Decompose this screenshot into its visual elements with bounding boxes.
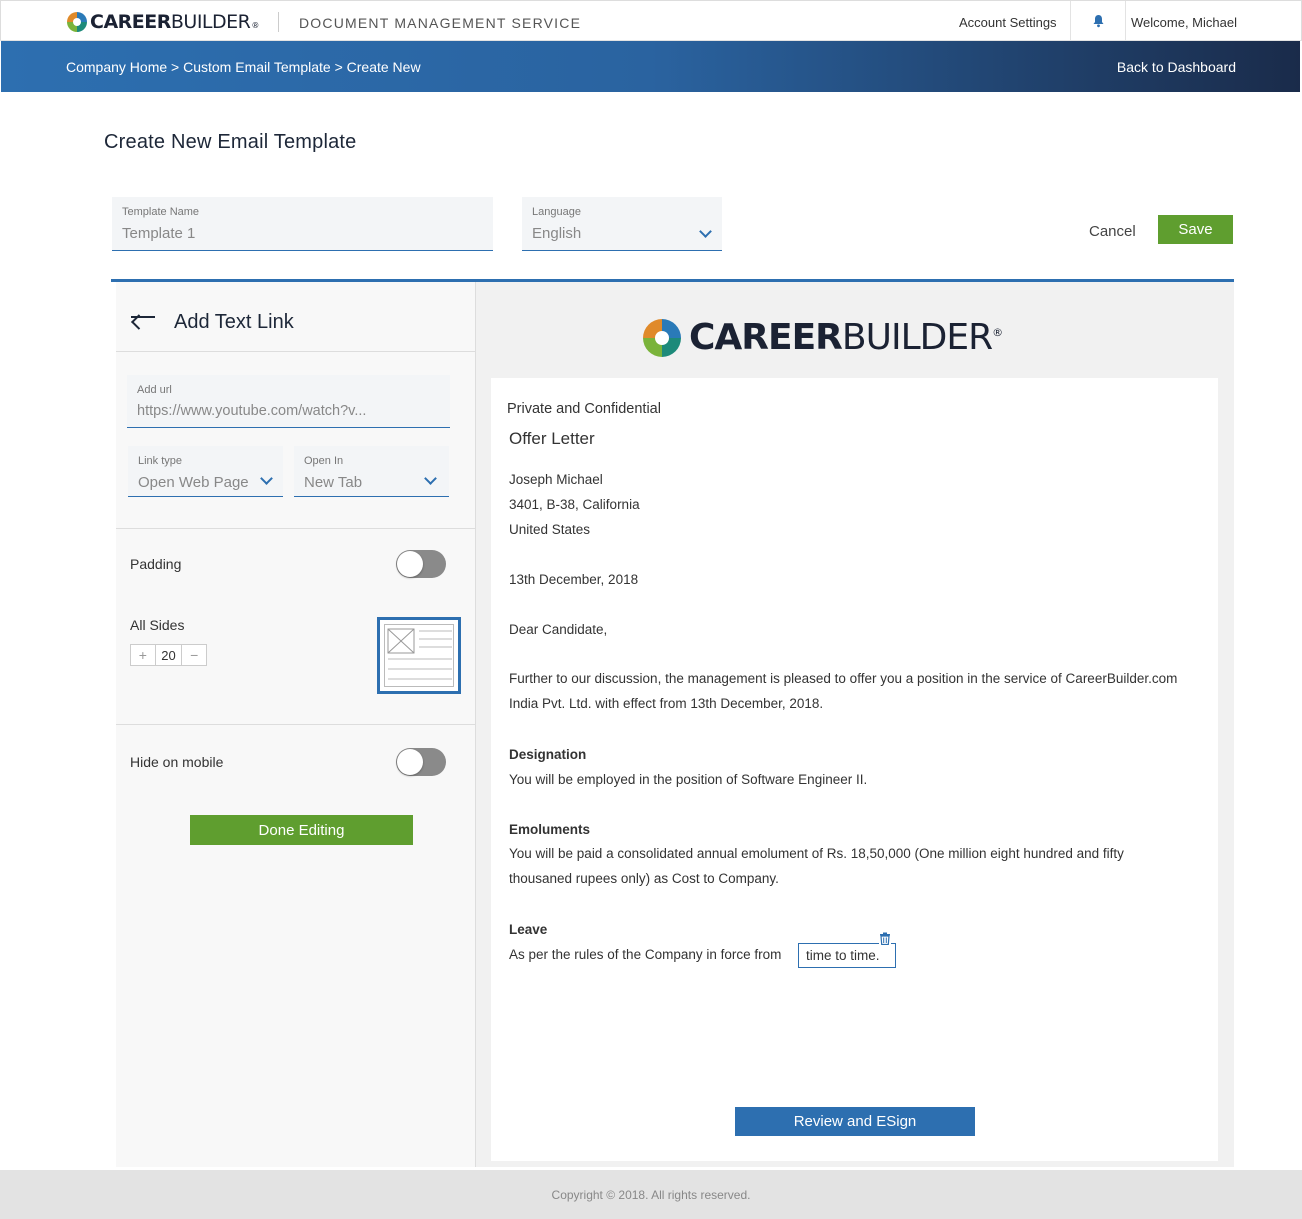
notifications-button[interactable] xyxy=(1070,1,1126,41)
divider xyxy=(116,528,475,529)
designation-heading: Designation xyxy=(509,747,587,762)
account-settings-link[interactable]: Account Settings xyxy=(959,15,1057,30)
cancel-button[interactable]: Cancel xyxy=(1089,223,1136,240)
delete-link-button[interactable] xyxy=(879,932,891,946)
review-esign-button[interactable]: Review and ESign xyxy=(735,1107,975,1136)
logo-mark-icon xyxy=(67,12,87,32)
increment-button[interactable]: + xyxy=(131,645,155,665)
logo-registered-mark: ® xyxy=(992,326,1003,339)
logo-registered-mark: ® xyxy=(251,21,259,30)
link-settings-panel: Add Text Link Add url https://www.youtub… xyxy=(116,282,476,1167)
careerbuilder-logo[interactable]: CAREER BUILDER ® xyxy=(67,11,259,33)
url-field[interactable]: Add url https://www.youtube.com/watch?v.… xyxy=(127,375,450,428)
logo-bold-text: CAREER xyxy=(90,11,171,33)
back-arrow-icon[interactable] xyxy=(131,316,155,318)
leave-heading: Leave xyxy=(509,922,548,937)
panel-title: Add Text Link xyxy=(174,311,294,333)
back-to-dashboard-link[interactable]: Back to Dashboard xyxy=(1117,59,1236,75)
top-bar: CAREER BUILDER ® DOCUMENT MANAGEMENT SERVI… xyxy=(0,0,1302,41)
selected-text-link[interactable]: time to time. xyxy=(798,943,896,968)
open-in-label: Open In xyxy=(304,455,344,467)
url-value[interactable]: https://www.youtube.com/watch?v... xyxy=(137,403,366,419)
footer: Copyright © 2018. All rights reserved. xyxy=(0,1170,1302,1219)
hide-mobile-label: Hide on mobile xyxy=(130,754,224,770)
decrement-button[interactable]: − xyxy=(182,645,206,665)
breadcrumb[interactable]: Company Home > Custom Email Template > C… xyxy=(66,59,421,75)
template-name-label: Template Name xyxy=(122,206,200,218)
candidate-name: Joseph Michael xyxy=(509,472,603,487)
letter-date: 13th December, 2018 xyxy=(509,572,639,587)
copyright-text: Copyright © 2018. All rights reserved. xyxy=(551,1188,751,1202)
header-divider xyxy=(278,12,279,32)
link-type-select[interactable]: Link type Open Web Page xyxy=(128,446,283,497)
leave-text: As per the rules of the Company in force… xyxy=(509,947,782,962)
careerbuilder-logo-large: CAREERBUILDER® xyxy=(643,317,1003,358)
divider xyxy=(116,724,475,725)
address-line-1: 3401, B-38, California xyxy=(509,497,640,512)
confidential-label: Private and Confidential xyxy=(507,401,661,417)
image-placeholder-icon xyxy=(387,628,452,680)
panel-header: Add Text Link xyxy=(116,282,475,352)
designation-text: You will be employed in the position of … xyxy=(509,772,868,787)
padding-label: Padding xyxy=(130,556,182,572)
link-type-label: Link type xyxy=(138,455,183,467)
offer-letter-document: Private and Confidential Offer Letter Jo… xyxy=(491,378,1218,1161)
page-title: Create New Email Template xyxy=(104,131,357,153)
template-name-field[interactable]: Template Name Template 1 xyxy=(112,197,493,251)
bell-icon xyxy=(1093,15,1103,28)
logo-bold-text: CAREER xyxy=(689,317,843,358)
welcome-user[interactable]: Welcome, Michael xyxy=(1131,15,1237,30)
done-editing-button[interactable]: Done Editing xyxy=(190,815,413,845)
padding-preview xyxy=(377,617,461,694)
trash-icon xyxy=(880,932,890,946)
template-name-value[interactable]: Template 1 xyxy=(122,225,195,242)
all-sides-label: All Sides xyxy=(130,617,185,633)
save-button[interactable]: Save xyxy=(1158,215,1233,244)
padding-value[interactable]: 20 xyxy=(154,645,183,665)
emoluments-text: You will be paid a consolidated annual e… xyxy=(509,846,1124,886)
open-in-value: New Tab xyxy=(304,474,363,491)
address-line-2: United States xyxy=(509,522,591,537)
open-in-select[interactable]: Open In New Tab xyxy=(294,446,449,497)
template-preview: CAREERBUILDER® Private and Confidential … xyxy=(476,282,1234,1167)
chevron-down-icon xyxy=(424,472,437,485)
letter-heading: Offer Letter xyxy=(509,429,595,448)
logo-mark-icon xyxy=(643,318,681,357)
link-type-value: Open Web Page xyxy=(138,474,249,491)
padding-toggle[interactable] xyxy=(396,550,446,578)
intro-paragraph: Further to our discussion, the managemen… xyxy=(509,671,1178,711)
padding-stepper[interactable]: + 20 − xyxy=(130,644,207,666)
salutation: Dear Candidate, xyxy=(509,622,608,637)
url-label: Add url xyxy=(137,384,172,396)
language-value: English xyxy=(532,225,582,242)
emoluments-heading: Emoluments xyxy=(509,822,591,837)
language-select[interactable]: Language English xyxy=(522,197,722,251)
service-title: DOCUMENT MANAGEMENT SERVICE xyxy=(299,15,582,31)
logo-light-text: BUILDER xyxy=(841,317,993,358)
nav-bar: Company Home > Custom Email Template > C… xyxy=(1,41,1300,92)
logo-light-text: BUILDER xyxy=(170,11,251,33)
language-label: Language xyxy=(532,206,581,218)
chevron-down-icon xyxy=(699,225,712,238)
chevron-down-icon xyxy=(260,472,273,485)
hide-mobile-toggle[interactable] xyxy=(396,748,446,776)
